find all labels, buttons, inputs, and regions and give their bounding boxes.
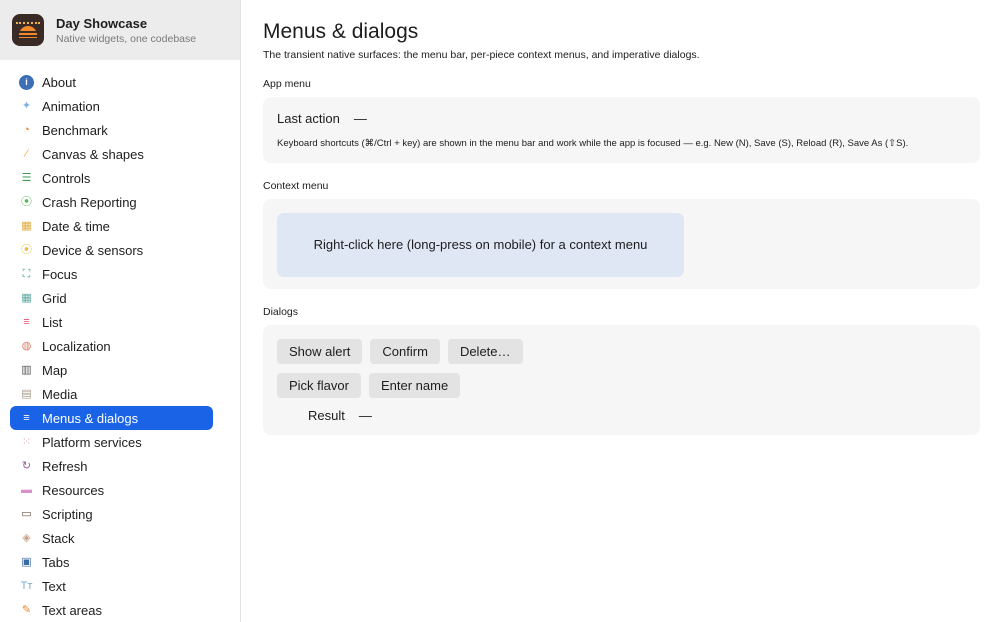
sidebar-item-label: Map [42,362,68,378]
calendar-icon: ▦ [21,219,32,232]
sidebar-item-refresh[interactable]: ↻ Refresh [10,454,213,478]
text-icon: Tт [20,579,33,592]
terminal-icon: ▭ [21,507,32,520]
shortcuts-hint: Keyboard shortcuts (⌘/Ctrl + key) are sh… [277,138,909,149]
sidebar-item-label: Controls [42,170,91,186]
globe-icon: ◍ [21,339,32,352]
app-subtitle: Native widgets, one codebase [56,32,197,45]
page-title: Menus & dialogs [263,20,419,43]
sidebar-item-label: Focus [42,266,78,282]
show-alert-button[interactable]: Show alert [277,338,363,364]
sidebar-item-benchmark[interactable]: ◔ Benchmark [10,118,213,142]
sidebar-item-crash-reporting[interactable]: ⦿ Crash Reporting [10,190,213,214]
result-value: — [358,407,372,423]
sidebar-item-menus-and-dialogs[interactable]: ≡ Menus & dialogs [10,406,213,430]
sidebar-item-label: Device & sensors [42,242,144,258]
last-action-label: Last action [277,111,340,126]
sidebar-item-label: Grid [42,290,67,306]
sidebar-item-label: Platform services [42,434,142,450]
sidebar-item-label: Crash Reporting [42,194,137,210]
sidebar-item-label: About [42,74,76,90]
sidebar-item-label: Stack [42,530,75,546]
section-label-context-menu: Context menu [263,179,329,192]
app-menu-card: Last action — Keyboard shortcuts (⌘/Ctrl… [263,97,980,163]
sidebar-item-label: Localization [42,338,111,354]
list-icon: ≡ [23,315,30,328]
section-label-dialogs: Dialogs [263,305,299,318]
sidebar-item-text[interactable]: Tт Text [10,574,213,598]
sidebar-item-media[interactable]: ▤ Media [10,382,213,406]
result-label: Result [308,407,345,423]
folder-icon: ▬ [21,483,32,496]
confirm-button[interactable]: Confirm [370,338,440,364]
brush-icon: ∕ [25,147,28,160]
dialogs-card: Show alert Confirm Delete… Pick flavor E… [263,324,980,435]
page-description: The transient native surfaces: the menu … [263,49,700,61]
sidebar-item-label: Menus & dialogs [42,410,139,426]
app-logo-icon [12,14,44,46]
sidebar-item-label: Date & time [42,218,110,234]
sidebar-item-label: Refresh [42,458,88,474]
layers-icon: ◈ [22,531,31,544]
sidebar-item-label: List [42,314,63,330]
sidebar-header: Day Showcase Native widgets, one codebas… [0,0,240,60]
broadcast-icon: ⦿ [21,195,32,208]
sidebar-item-list[interactable]: ≡ List [10,310,213,334]
sidebar-item-grid[interactable]: ▦ Grid [10,286,213,310]
pick-flavor-button[interactable]: Pick flavor [277,372,361,398]
context-menu-card: Right-click here (long-press on mobile) … [263,198,980,289]
sidebar-item-label: Canvas & shapes [42,146,144,162]
app-window: Day Showcase Native widgets, one codebas… [0,0,1000,622]
sidebar-item-focus[interactable]: ⛶ Focus [10,262,213,286]
last-action-value: — [353,111,367,126]
dots-grid-icon: ⁙ [21,435,32,448]
sidebar-nav: i About ✦ Animation ◔ Benchmark ∕ Canvas & shap… [0,60,240,622]
sidebar-item-label: Resources [42,482,105,498]
enter-name-button[interactable]: Enter name [368,372,461,398]
sidebar-item-date-and-time[interactable]: ▦ Date & time [10,214,213,238]
grid-icon: ▦ [21,291,32,304]
sidebar-item-text-areas[interactable]: ✎ Text areas [10,598,213,622]
sidebar-item-platform-services[interactable]: ⁙ Platform services [10,430,213,454]
section-label-app-menu: App menu [263,78,311,90]
focus-icon: ⛶ [22,267,31,280]
sidebar-item-about[interactable]: i About [10,70,213,94]
sidebar-item-controls[interactable]: ☰ Controls [10,166,213,190]
info-icon: i [19,74,34,90]
sidebar-item-tabs[interactable]: ▣ Tabs [10,550,213,574]
sidebar-item-scripting[interactable]: ▭ Scripting [10,502,213,526]
sidebar-item-label: Benchmark [42,122,108,138]
sidebar-item-label: Scripting [42,506,93,522]
sidebar-item-device-and-sensors[interactable]: ⦿ Device & sensors [10,238,213,262]
sidebar-item-label: Text areas [42,602,102,618]
sidebar-item-label: Media [42,386,78,402]
sidebar-item-stack[interactable]: ◈ Stack [10,526,213,550]
clapper-icon: ▤ [21,387,32,400]
main-content: Menus & dialogs The transient native sur… [241,0,1000,622]
sidebar-item-label: Animation [42,98,100,114]
delete-button[interactable]: Delete… [447,338,523,364]
sliders-icon: ☰ [21,171,32,184]
sparkles-icon: ✦ [21,99,32,112]
sidebar-item-label: Tabs [42,554,70,570]
map-icon: ▥ [21,363,32,376]
refresh-icon: ↻ [21,459,32,472]
tabs-icon: ▣ [21,555,32,568]
sidebar-item-animation[interactable]: ✦ Animation [10,94,213,118]
edit-doc-icon: ✎ [21,603,32,616]
menu-icon: ≡ [23,411,30,424]
sidebar-item-canvas-and-shapes[interactable]: ∕ Canvas & shapes [10,142,213,166]
app-name: Day Showcase [56,15,148,31]
sidebar-item-label: Text [42,578,66,594]
context-menu-target[interactable]: Right-click here (long-press on mobile) … [277,212,684,277]
sidebar-item-resources[interactable]: ▬ Resources [10,478,213,502]
sensor-icon: ⦿ [21,243,32,256]
sidebar-item-localization[interactable]: ◍ Localization [10,334,213,358]
sidebar: Day Showcase Native widgets, one codebas… [0,0,241,622]
sidebar-item-map[interactable]: ▥ Map [10,358,213,382]
gauge-icon: ◔ [23,123,30,136]
